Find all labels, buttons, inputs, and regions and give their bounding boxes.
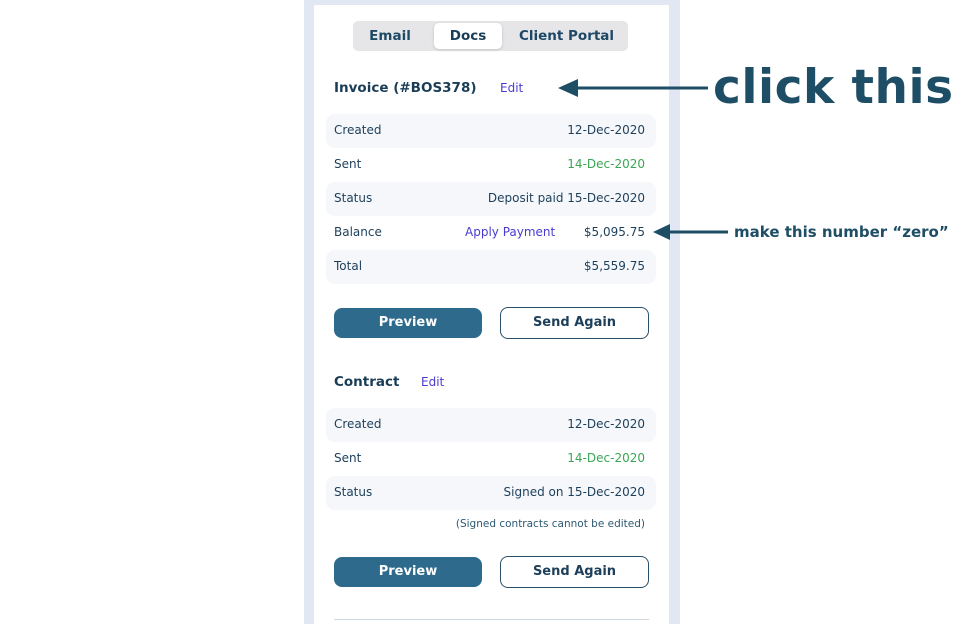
invoice-send-again-button[interactable]: Send Again	[500, 307, 649, 339]
tab-client-portal[interactable]: Client Portal	[505, 23, 628, 49]
row-value: Signed on 15-Dec-2020	[503, 485, 645, 499]
section-divider	[334, 619, 649, 620]
invoice-row-created: Created 12-Dec-2020	[326, 114, 656, 148]
contract-preview-button[interactable]: Preview	[334, 557, 482, 587]
row-label: Balance	[334, 225, 382, 239]
row-value: 12-Dec-2020	[567, 417, 645, 431]
row-label: Total	[334, 259, 363, 273]
contract-edit-link[interactable]: Edit	[421, 375, 444, 389]
tab-docs[interactable]: Docs	[434, 23, 502, 49]
row-label: Sent	[334, 157, 362, 171]
row-value: $5,559.75	[583, 259, 645, 273]
invoice-edit-link[interactable]: Edit	[500, 81, 523, 95]
arrow-left-icon	[558, 79, 708, 97]
invoice-row-balance: Balance Apply Payment $5,095.75	[326, 216, 656, 250]
row-value: Deposit paid 15-Dec-2020	[487, 191, 645, 205]
row-value: 14-Dec-2020	[567, 451, 645, 465]
row-label: Created	[334, 123, 382, 137]
row-value: 12-Dec-2020	[567, 123, 645, 137]
row-label: Created	[334, 417, 382, 431]
apply-payment-link[interactable]: Apply Payment	[465, 225, 555, 239]
arrow-left-icon	[653, 224, 728, 240]
invoice-preview-button[interactable]: Preview	[334, 308, 482, 338]
annotation-click-this: click this	[713, 60, 954, 115]
contract-row-status: Status Signed on 15-Dec-2020	[326, 476, 656, 510]
row-label: Sent	[334, 451, 362, 465]
contract-send-again-button[interactable]: Send Again	[500, 556, 649, 588]
contract-row-created: Created 12-Dec-2020	[326, 408, 656, 442]
row-value: 14-Dec-2020	[567, 157, 645, 171]
invoice-row-total: Total $5,559.75	[326, 250, 656, 284]
tab-bar: Email Docs Client Portal	[353, 21, 628, 51]
contract-note: (Signed contracts cannot be edited)	[455, 518, 645, 530]
annotation-make-zero: make this number “zero”	[734, 223, 949, 241]
row-label: Status	[334, 485, 373, 499]
tab-email[interactable]: Email	[353, 23, 427, 49]
contract-row-sent: Sent 14-Dec-2020	[326, 442, 656, 476]
row-label: Status	[334, 191, 373, 205]
balance-value: $5,095.75	[583, 225, 645, 239]
invoice-title: Invoice (#BOS378)	[334, 80, 477, 96]
contract-title: Contract	[334, 374, 400, 390]
invoice-row-sent: Sent 14-Dec-2020	[326, 148, 656, 182]
invoice-row-status: Status Deposit paid 15-Dec-2020	[326, 182, 656, 216]
